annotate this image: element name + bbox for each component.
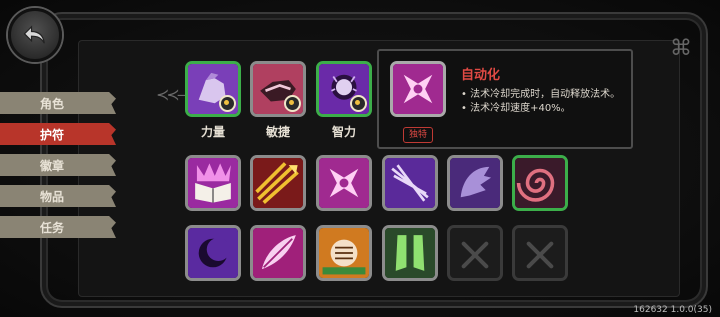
talisman-slot[interactable] — [250, 225, 306, 281]
intellect-label: 智力 — [331, 125, 356, 139]
back-arrow-icon — [23, 25, 45, 44]
crossed-spears-icon — [385, 158, 435, 208]
tooltip-item-icon — [390, 61, 446, 117]
empty-slot[interactable] — [447, 225, 503, 281]
empty-slot[interactable] — [512, 225, 568, 281]
tab-items[interactable]: 物品 — [0, 185, 116, 207]
tab-talisman[interactable]: 护符 — [0, 123, 116, 145]
talisman-slot[interactable] — [512, 155, 568, 211]
tab-label: 护符 — [39, 127, 64, 142]
automation-sigil-icon — [393, 64, 443, 114]
automation-sigil-icon — [319, 158, 369, 208]
tab-label: 任务 — [39, 220, 64, 235]
intellect-badge-icon — [350, 95, 367, 112]
tooltip-title: 自动化 — [461, 68, 501, 83]
talisman-slot[interactable] — [447, 155, 503, 211]
agility-label: 敏捷 — [265, 125, 290, 139]
item-tooltip: 自动化 • 法术冷却完成时，自动释放法术。 • 法术冷却速度+40%。 独特 — [377, 49, 633, 149]
strength-slot[interactable] — [185, 61, 241, 117]
talisman-slot[interactable] — [382, 225, 438, 281]
strength-label: 力量 — [200, 125, 225, 139]
dark-crescent-icon — [188, 228, 238, 278]
talisman-slot[interactable] — [250, 155, 306, 211]
side-tabs: 角色 护符 徽章 物品 任务 — [0, 92, 116, 247]
fist-punch-icon — [319, 228, 369, 278]
tab-label: 徽章 — [39, 158, 64, 173]
talisman-slot[interactable] — [185, 155, 241, 211]
agility-badge-icon — [284, 95, 301, 112]
talisman-slot[interactable] — [316, 225, 372, 281]
tab-label: 物品 — [39, 189, 64, 204]
empty-x-icon — [527, 240, 553, 266]
talisman-slot[interactable] — [185, 225, 241, 281]
beast-claw-icon — [450, 158, 500, 208]
tab-character[interactable]: 角色 — [0, 92, 116, 114]
green-boots-icon — [385, 228, 435, 278]
tab-label: 角色 — [39, 96, 64, 111]
agility-slot[interactable] — [250, 61, 306, 117]
intellect-slot[interactable] — [316, 61, 372, 117]
feather-icon — [253, 228, 303, 278]
tab-badge[interactable]: 徽章 — [0, 154, 116, 176]
empty-x-icon — [462, 240, 488, 266]
back-button[interactable] — [8, 8, 62, 62]
corner-ornament-icon: ⌘ — [670, 36, 692, 61]
strength-badge-icon — [219, 95, 236, 112]
unique-tag: 独特 — [403, 127, 434, 143]
tooltip-line-1: • 法术冷却完成时，自动释放法术。 — [461, 89, 621, 100]
tooltip-line-2: • 法术冷却速度+40%。 — [461, 103, 571, 114]
talisman-slot[interactable] — [316, 155, 372, 211]
fire-arrows-icon — [253, 158, 303, 208]
spellbook-icon — [188, 158, 238, 208]
version-text: 162632 1.0.0(35) — [633, 305, 712, 315]
tab-quests[interactable]: 任务 — [0, 216, 116, 238]
vortex-icon — [515, 158, 565, 208]
talisman-slot[interactable] — [382, 155, 438, 211]
